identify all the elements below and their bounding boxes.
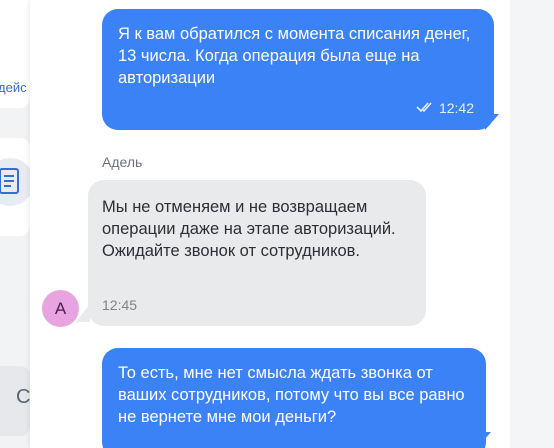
double-check-icon [416, 97, 434, 119]
right-edge-background [510, 0, 554, 448]
message-text: Мы не отменяем и не возвращаем операции … [102, 198, 396, 260]
message-text: Я к вам обратился с момента списания ден… [118, 25, 471, 87]
bubble-tail [477, 432, 491, 448]
message-time: 12:42 [438, 100, 474, 116]
message-time: 12:45 [102, 297, 138, 313]
message-text: То есть, мне нет смысла ждать звонка от … [118, 364, 465, 426]
chat-panel: Я к вам обратился с момента списания ден… [30, 0, 510, 448]
message-outgoing[interactable]: Я к вам обратился с момента списания ден… [102, 9, 494, 130]
message-meta: 12:42 [416, 97, 474, 119]
background-page: дейс С [0, 0, 30, 448]
document-icon [0, 158, 30, 206]
background-link[interactable]: дейс [0, 80, 27, 95]
message-outgoing[interactable]: То есть, мне нет смысла ждать звонка от … [102, 348, 486, 448]
sender-name: Адель [102, 154, 143, 170]
bubble-tail [485, 114, 499, 130]
background-bottom-glyph: С [16, 386, 30, 408]
avatar[interactable]: А [42, 290, 79, 327]
message-incoming[interactable]: Мы не отменяем и не возвращаем операции … [88, 180, 426, 326]
